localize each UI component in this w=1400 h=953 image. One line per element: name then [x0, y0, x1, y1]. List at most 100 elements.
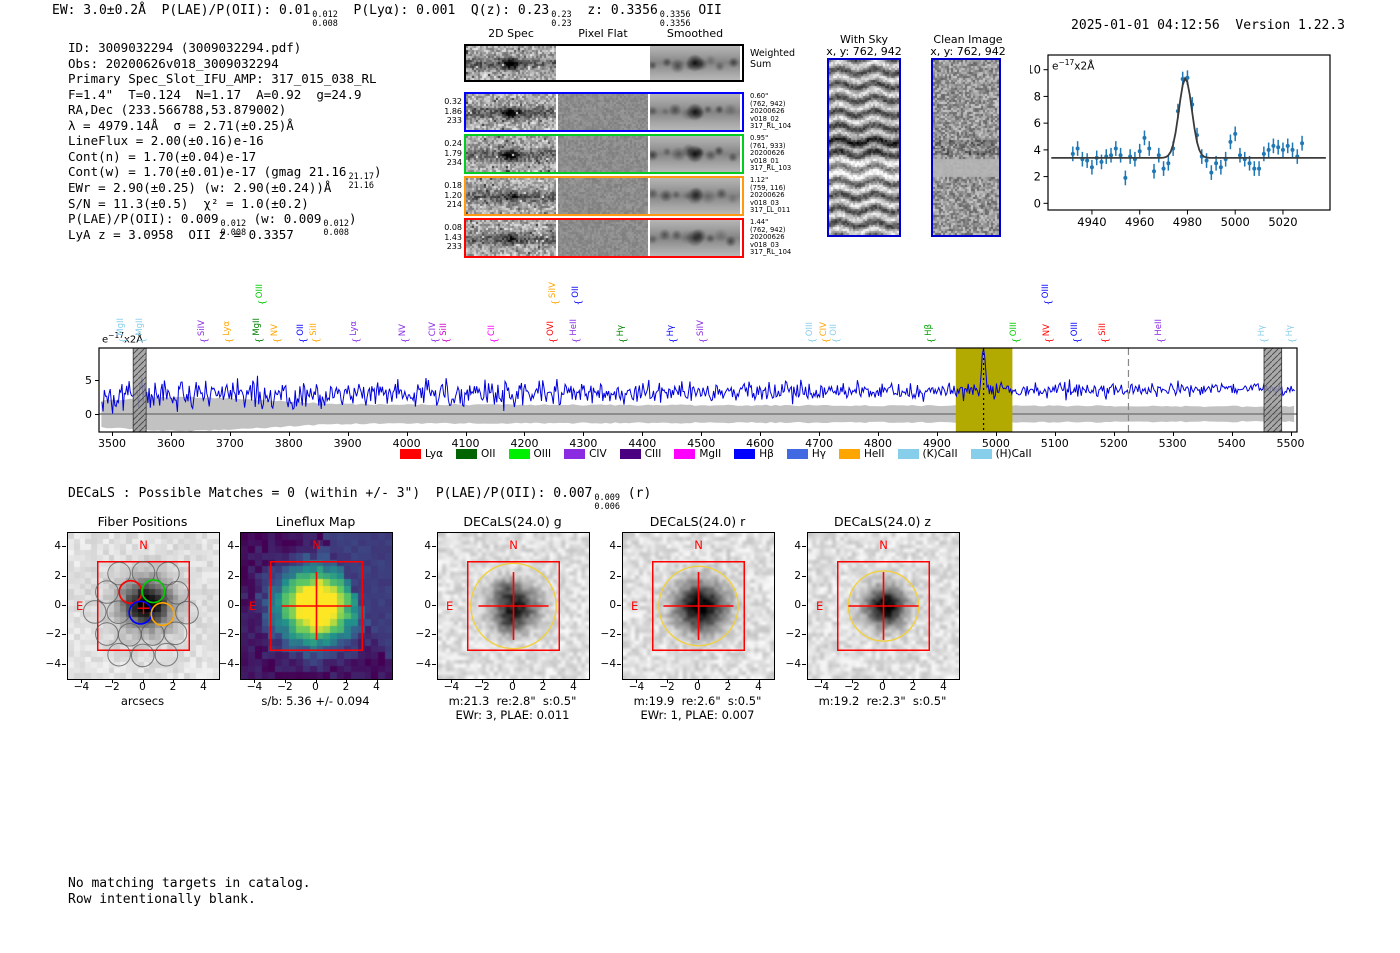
info-line: Obs: 20200626v018_3009032294	[68, 56, 279, 71]
x-tick	[524, 432, 525, 436]
with-sky-coords: x, y: 762, 942	[808, 45, 920, 58]
y-tick-label: 0	[78, 408, 92, 421]
cutout-title: DECaLS(24.0) r	[612, 514, 783, 529]
emission-line-label: OIII	[805, 322, 816, 336]
cutout-plot: NE	[67, 532, 220, 680]
cutout-title: DECaLS(24.0) z	[797, 514, 968, 529]
y-tick	[617, 634, 621, 635]
x-tick	[348, 432, 349, 436]
x-tick	[346, 679, 347, 683]
emission-line-label: Hγ	[666, 325, 677, 336]
x-tick-label: 5500	[1273, 437, 1309, 450]
y-tick	[235, 605, 239, 606]
svg-text:E: E	[631, 599, 638, 613]
emission-line-label: SiIV	[696, 320, 707, 336]
y-tick-label: 5	[78, 374, 92, 387]
emission-line-label: OIII	[1070, 322, 1081, 336]
summary-header: EW: 3.0±0.2Å P(LAE)/P(OII): 0.010.0120.0…	[52, 3, 722, 28]
svg-text:8: 8	[1034, 89, 1041, 103]
smoothed-image	[650, 94, 740, 130]
y-tick	[432, 576, 436, 577]
timestamp: 2025-01-01 04:12:56	[1071, 18, 1220, 33]
emission-line-label: Hγ	[1285, 325, 1296, 336]
y-tick	[235, 546, 239, 547]
cutout-panel-z: DECaLS(24.0) zNE−4−4−2−2002244m:19.2 re:…	[807, 514, 958, 724]
svg-text:N: N	[694, 538, 703, 552]
info-line: Primary Spec_Slot_IFU_AMP: 317_015_038_R…	[68, 71, 377, 86]
x-tick	[1291, 432, 1292, 436]
cutout-overlay: NE	[68, 533, 219, 683]
x-tick	[667, 679, 668, 683]
y-tick	[617, 664, 621, 665]
x-tick	[698, 679, 699, 683]
fiber-id-labels: 0.60"(762, 942)20200626v018_02317_RL_104	[750, 93, 791, 131]
emission-line-label: NV	[398, 324, 409, 336]
info-line: EWr = 2.90(±0.25) (w: 2.90(±0.24))Å	[68, 180, 331, 195]
cutout-title: DECaLS(24.0) g	[427, 514, 598, 529]
emission-line-label: OIII	[1041, 284, 1052, 298]
y-tick	[235, 634, 239, 635]
smoothed-image	[650, 220, 740, 256]
svg-text:E: E	[816, 599, 823, 613]
x-tick	[289, 432, 290, 436]
info-line: F=1.4" T=0.124 N=1.17 A=0.92 g=24.9	[68, 87, 362, 102]
y-tick-label: 2	[216, 570, 234, 582]
x-tick	[143, 679, 144, 683]
x-tick	[760, 432, 761, 436]
info-line: ID: 3009032294 (3009032294.pdf)	[68, 40, 301, 55]
svg-text:4940: 4940	[1077, 215, 1106, 229]
y-tick-label: −2	[216, 628, 234, 640]
stacked-fraction: 0.0120.008	[323, 220, 349, 237]
x-tick	[173, 679, 174, 683]
y-tick-label: 2	[598, 570, 616, 582]
cutout-title: Lineflux Map	[230, 514, 401, 529]
legend-item: (K)CaII	[898, 448, 958, 460]
y-tick-label: −2	[783, 628, 801, 640]
x-tick	[878, 432, 879, 436]
x-tick	[112, 679, 113, 683]
y-tick-label: −2	[43, 628, 61, 640]
svg-text:5000: 5000	[1221, 215, 1250, 229]
x-tick	[819, 432, 820, 436]
x-tick-label: 3600	[153, 437, 189, 450]
info-line: LyA z = 3.0958 OII z = 0.3357	[68, 227, 294, 242]
info-line: Cont(n) = 1.70(±0.04)e-17	[68, 149, 256, 164]
legend-swatch	[564, 449, 585, 459]
info-line: S/N = 11.3(±0.5) χ² = 1.0(±0.2)	[68, 196, 309, 211]
emission-line-label: OII	[296, 324, 307, 336]
cutout-panel-g: DECaLS(24.0) gNE−4−4−2−2002244m:21.3 re:…	[437, 514, 588, 724]
stacked-fraction: 0.230.23	[551, 11, 571, 28]
x-tick-label: 3800	[271, 437, 307, 450]
x-tick	[543, 679, 544, 683]
x-tick	[883, 679, 884, 683]
y-tick	[62, 576, 66, 577]
svg-text:E: E	[76, 599, 83, 613]
y-tick-label: −4	[413, 658, 431, 670]
y-tick-label: 4	[216, 540, 234, 552]
emission-line-label: OII	[829, 324, 840, 336]
x-tick-label: 5300	[1155, 437, 1191, 450]
footer-notes: No matching targets in catalog. Row inte…	[68, 876, 311, 907]
x-tick	[81, 679, 82, 683]
x-tick	[171, 432, 172, 436]
decals-header: DECaLS : Possible Matches = 0 (within +/…	[68, 486, 651, 511]
cutout-caption: m:21.3 re:2.8" s:0.5"	[417, 694, 608, 708]
x-tick	[230, 432, 231, 436]
y-tick	[802, 664, 806, 665]
spec2d-col-title: 2D Spec	[466, 27, 556, 40]
svg-text:2: 2	[1034, 170, 1041, 184]
y-tick-label: 2	[43, 570, 61, 582]
x-tick	[204, 679, 205, 683]
legend-item: CIII	[620, 448, 662, 460]
x-tick	[513, 679, 514, 683]
y-tick	[617, 605, 621, 606]
version-label: Version 1.22.3	[1235, 18, 1345, 33]
x-tick	[377, 679, 378, 683]
svg-text:N: N	[509, 538, 518, 552]
fiber-weight-labels: 0.181.20214	[436, 181, 462, 210]
x-tick	[583, 432, 584, 436]
cutout-overlay: NE	[623, 533, 774, 683]
y-tick-label: −2	[413, 628, 431, 640]
emission-line-label: NV	[270, 324, 281, 336]
y-tick	[432, 664, 436, 665]
